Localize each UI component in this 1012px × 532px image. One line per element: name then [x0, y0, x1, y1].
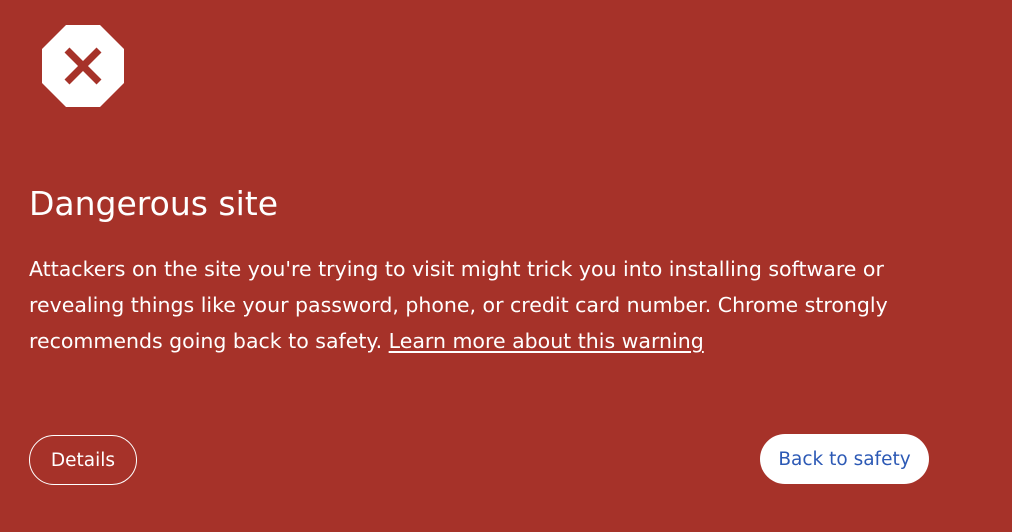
back-to-safety-button[interactable]: Back to safety: [760, 434, 929, 484]
danger-octagon-x-icon: [42, 25, 124, 107]
learn-more-link[interactable]: Learn more about this warning: [389, 329, 704, 353]
page-title: Dangerous site: [29, 184, 279, 223]
details-button[interactable]: Details: [29, 435, 137, 485]
interstitial-page: Dangerous site Attackers on the site you…: [0, 0, 1012, 532]
warning-description: Attackers on the site you're trying to v…: [29, 251, 909, 359]
